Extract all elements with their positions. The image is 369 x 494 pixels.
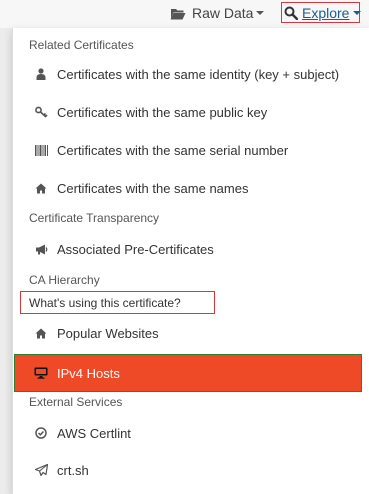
menu-item-same-serial-number[interactable]: Certificates with the same serial number: [33, 140, 288, 160]
user-icon: [33, 68, 49, 80]
key-icon: [33, 106, 49, 118]
menu-item-label: Certificates with the same identity (key…: [57, 66, 340, 82]
menu-item-label: Popular Websites: [57, 325, 159, 341]
explore-dropdown-menu: Related Certificates Certificates with t…: [12, 28, 369, 494]
caret-down-icon: [353, 10, 362, 15]
top-nav-bar: Raw Data Explore: [0, 0, 369, 28]
section-header-label: What's using this certificate?: [29, 295, 181, 310]
section-header-certificate-transparency: Certificate Transparency: [29, 211, 160, 225]
search-icon: [284, 6, 298, 20]
section-header-ca-hierarchy: CA Hierarchy: [29, 273, 100, 287]
caret-down-icon: [256, 11, 265, 15]
menu-item-label: Certificates with the same names: [57, 180, 249, 196]
menu-item-ipv4-hosts-content: IPv4 Hosts: [33, 363, 120, 383]
menu-item-label: crt.sh: [57, 462, 89, 478]
explore-label: Explore: [302, 4, 350, 21]
raw-data-label: Raw Data: [192, 5, 254, 21]
section-header-related-certificates: Related Certificates: [29, 38, 134, 52]
section-header-whats-using-this-certificate: What's using this certificate?: [20, 291, 215, 314]
menu-item-popular-websites[interactable]: Popular Websites: [33, 323, 159, 343]
menu-item-crt-sh[interactable]: crt.sh: [33, 460, 89, 480]
menu-item-label: AWS Certlint: [57, 425, 131, 441]
barcode-icon: [33, 144, 49, 156]
bullhorn-icon: [33, 244, 49, 255]
menu-item-aws-certlint[interactable]: AWS Certlint: [33, 423, 131, 443]
desktop-icon: [33, 367, 49, 379]
menu-item-ipv4-hosts[interactable]: IPv4 Hosts: [14, 354, 362, 392]
folder-open-icon: [170, 7, 186, 20]
home-icon: [33, 183, 49, 194]
paper-plane-icon: [33, 464, 49, 476]
check-circle-icon: [33, 427, 49, 439]
menu-item-associated-pre-certificates[interactable]: Associated Pre-Certificates: [33, 239, 214, 259]
section-header-external-services: External Services: [29, 395, 123, 409]
menu-item-label: IPv4 Hosts: [57, 365, 120, 381]
raw-data-menu-button[interactable]: Raw Data: [170, 3, 265, 23]
explore-menu-button[interactable]: Explore: [281, 2, 362, 23]
home-icon: [33, 328, 49, 339]
menu-item-same-public-key[interactable]: Certificates with the same public key: [33, 102, 267, 122]
menu-item-label: Certificates with the same serial number: [57, 142, 289, 158]
menu-item-label: Associated Pre-Certificates: [57, 241, 214, 257]
menu-item-label: Certificates with the same public key: [57, 104, 268, 120]
menu-item-same-names[interactable]: Certificates with the same names: [33, 178, 248, 198]
menu-item-same-identity[interactable]: Certificates with the same identity (key…: [33, 64, 339, 84]
